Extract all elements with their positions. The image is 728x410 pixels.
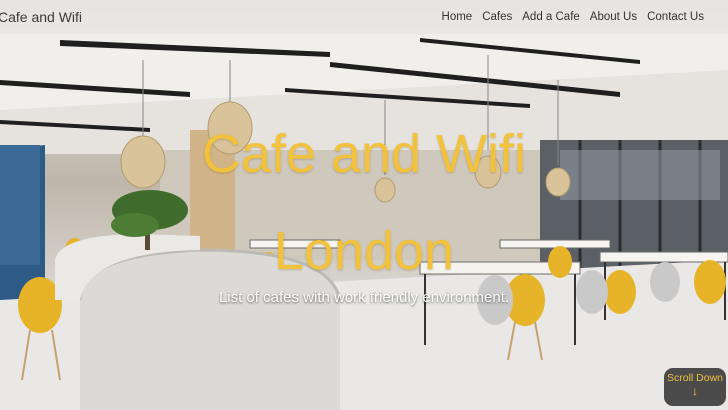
hero-title-line1: Cafe and Wifi bbox=[201, 124, 527, 184]
nav-link-cafes[interactable]: Cafes bbox=[482, 11, 512, 23]
nav-link-home[interactable]: Home bbox=[442, 11, 473, 23]
nav-link-contact-us[interactable]: Contact Us bbox=[647, 11, 704, 23]
hero-background: Cafe and Wifi Home Cafes Add a Cafe Abou… bbox=[0, 0, 728, 410]
navbar: Cafe and Wifi Home Cafes Add a Cafe Abou… bbox=[0, 0, 728, 34]
nav-link-about-us[interactable]: About Us bbox=[590, 11, 637, 23]
nav-link-add-cafe[interactable]: Add a Cafe bbox=[522, 11, 580, 23]
hero-title-line2: London bbox=[273, 221, 455, 281]
scroll-down-button[interactable]: Scroll Down ↓ bbox=[664, 368, 726, 406]
arrow-down-icon: ↓ bbox=[692, 384, 698, 398]
cafe-interior-photo bbox=[0, 34, 728, 410]
hero-subtitle: List of cafes with work friendly environ… bbox=[218, 289, 510, 306]
scroll-down-label: Scroll Down bbox=[666, 372, 724, 384]
nav-links: Home Cafes Add a Cafe About Us Contact U… bbox=[442, 11, 704, 23]
brand-logo[interactable]: Cafe and Wifi bbox=[0, 9, 82, 25]
